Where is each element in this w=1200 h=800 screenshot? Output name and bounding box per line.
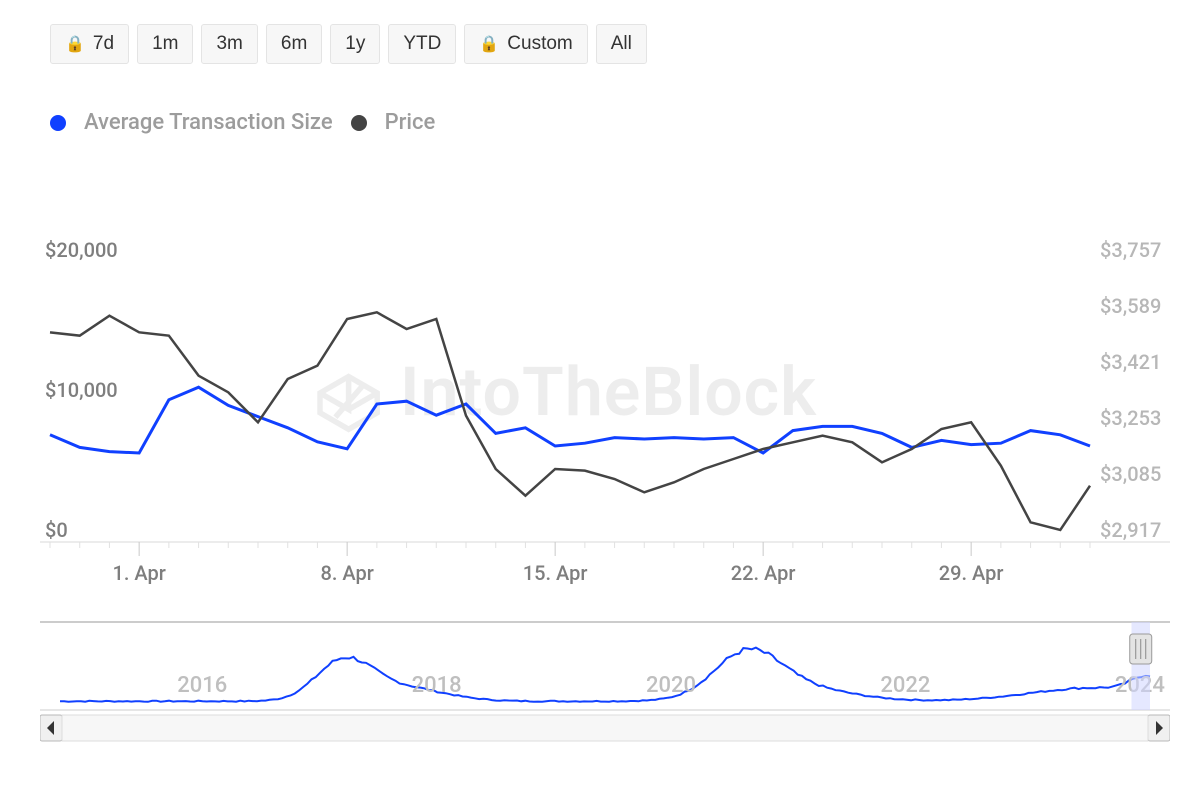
x-axis-ticks (50, 542, 1090, 556)
x-tick-label: 29. Apr (939, 561, 1004, 585)
lock-icon: 🔒 (65, 34, 85, 54)
y-left-tick-label: $10,000 (45, 378, 118, 402)
y-right-tick-label: $3,085 (1100, 462, 1161, 486)
lock-icon: 🔒 (479, 34, 499, 54)
y-axis-right: $2,917 $3,085 $3,253 $3,421 $3,589 $3,757 (1100, 238, 1161, 542)
watermark: IntoTheBlock (320, 352, 817, 432)
timeframe-label: 6m (281, 33, 307, 55)
overview-navigator[interactable]: 20162018202020222024 (40, 620, 1170, 750)
timeframe-label: 3m (216, 33, 242, 55)
timeframe-all-button[interactable]: All (596, 24, 647, 64)
overview-scroll-track[interactable] (62, 715, 1148, 741)
chart-main: IntoTheBlock $0 $10,000 $20,000 $2,917 $3,0… (40, 230, 1170, 600)
timeframe-toolbar: 🔒 7d 1m 3m 6m 1y YTD 🔒 Custom All (50, 24, 647, 64)
overview-year-label: 2020 (646, 673, 696, 698)
y-right-tick-label: $2,917 (1100, 518, 1161, 542)
timeframe-label: Custom (507, 33, 572, 55)
timeframe-1y-button[interactable]: 1y (330, 24, 380, 64)
overview-year-label: 2016 (177, 673, 227, 698)
timeframe-6m-button[interactable]: 6m (266, 24, 322, 64)
y-right-tick-label: $3,589 (1100, 294, 1161, 318)
timeframe-label: 1m (152, 33, 178, 55)
y-right-tick-label: $3,757 (1100, 238, 1161, 262)
legend-label[interactable]: Price (385, 110, 436, 135)
x-tick-label: 1. Apr (112, 561, 165, 585)
timeframe-ytd-button[interactable]: YTD (388, 24, 456, 64)
overview-selection[interactable] (1130, 622, 1152, 710)
legend-marker (50, 115, 66, 131)
timeframe-1m-button[interactable]: 1m (137, 24, 193, 64)
legend: Average Transaction Size Price (50, 110, 435, 135)
timeframe-label: YTD (403, 33, 441, 55)
timeframe-custom-button[interactable]: 🔒 Custom (464, 24, 587, 64)
legend-marker (351, 115, 367, 131)
timeframe-3m-button[interactable]: 3m (201, 24, 257, 64)
x-tick-label: 22. Apr (731, 561, 796, 585)
timeframe-label: 1y (345, 33, 365, 55)
x-tick-label: 15. Apr (523, 561, 588, 585)
y-left-tick-label: $0 (45, 518, 68, 542)
y-axis-left: $0 $10,000 $20,000 (45, 238, 118, 542)
overview-year-label: 2018 (412, 673, 462, 698)
x-axis-labels: 1. Apr 8. Apr 15. Apr 22. Apr 29. Apr (112, 561, 1003, 585)
timeframe-7d-button[interactable]: 🔒 7d (50, 24, 129, 64)
y-left-tick-label: $20,000 (45, 238, 118, 262)
x-tick-label: 8. Apr (320, 561, 373, 585)
y-right-tick-label: $3,253 (1100, 406, 1161, 430)
svg-text:IntoTheBlock: IntoTheBlock (400, 352, 817, 432)
legend-label[interactable]: Average Transaction Size (84, 110, 333, 135)
timeframe-label: All (611, 33, 632, 55)
timeframe-label: 7d (93, 33, 114, 55)
y-right-tick-label: $3,421 (1100, 350, 1161, 374)
overview-year-label: 2022 (880, 673, 930, 698)
